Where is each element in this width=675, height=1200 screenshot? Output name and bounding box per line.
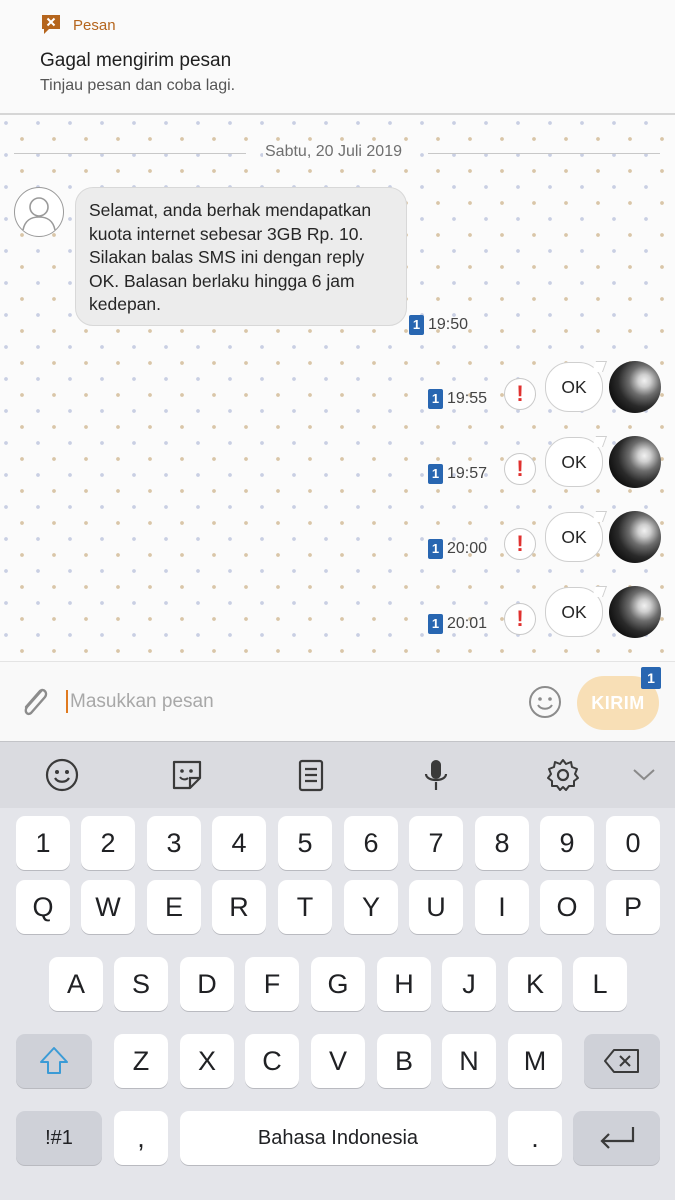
clipboard-icon[interactable]: [293, 757, 329, 793]
key-g[interactable]: G: [311, 957, 365, 1011]
key-i[interactable]: I: [475, 880, 529, 934]
key-7[interactable]: 7: [409, 816, 463, 870]
key-t[interactable]: T: [278, 880, 332, 934]
space-key[interactable]: Bahasa Indonesia: [180, 1111, 496, 1165]
key-v[interactable]: V: [311, 1034, 365, 1088]
key-2[interactable]: 2: [81, 816, 135, 870]
sim-badge: 1: [428, 614, 443, 634]
sim-badge: 1: [428, 389, 443, 409]
notification-subtitle: Tinjau pesan dan coba lagi.: [40, 77, 236, 94]
send-failed-icon[interactable]: !: [504, 603, 536, 635]
key-f[interactable]: F: [245, 957, 299, 1011]
period-key[interactable]: .: [508, 1111, 562, 1165]
key-k[interactable]: K: [508, 957, 562, 1011]
key-s[interactable]: S: [114, 957, 168, 1011]
shift-icon: [40, 1047, 68, 1074]
backspace-icon: [604, 1049, 639, 1073]
key-1[interactable]: 1: [16, 816, 70, 870]
key-p[interactable]: P: [606, 880, 660, 934]
key-w[interactable]: W: [81, 880, 135, 934]
failed-send-notification[interactable]: Pesan Gagal mengirim pesan Tinjau pesan …: [0, 0, 675, 115]
notification-app-name: Pesan: [73, 17, 116, 34]
comma-key[interactable]: ,: [114, 1111, 168, 1165]
contact-avatar[interactable]: [14, 187, 64, 237]
key-4[interactable]: 4: [212, 816, 266, 870]
key-0[interactable]: 0: [606, 816, 660, 870]
incoming-message-meta: 1 19:50: [409, 315, 468, 335]
key-q[interactable]: Q: [16, 880, 70, 934]
outgoing-message-meta: 1 20:01: [428, 614, 487, 634]
backspace-key[interactable]: [584, 1034, 660, 1088]
settings-icon[interactable]: [545, 757, 581, 793]
outgoing-message-meta: 1 19:57: [428, 464, 487, 484]
message-time: 19:57: [447, 465, 488, 482]
send-sim-badge: 1: [641, 667, 661, 689]
key-6[interactable]: 6: [344, 816, 398, 870]
sticker-icon[interactable]: [169, 757, 205, 793]
microphone-icon[interactable]: [418, 757, 454, 793]
date-label: Sabtu, 20 Juli 2019: [263, 143, 404, 161]
message-time: 20:01: [447, 615, 488, 632]
enter-icon: [599, 1127, 634, 1149]
key-r[interactable]: R: [212, 880, 266, 934]
key-8[interactable]: 8: [475, 816, 529, 870]
attach-icon[interactable]: [18, 682, 52, 722]
outgoing-message-bubble[interactable]: OK: [545, 512, 603, 562]
key-c[interactable]: C: [245, 1034, 299, 1088]
outgoing-message-bubble[interactable]: OK: [545, 437, 603, 487]
outgoing-message-meta: 1 19:55: [428, 389, 487, 409]
message-error-icon: [42, 15, 60, 34]
send-failed-icon[interactable]: !: [504, 528, 536, 560]
message-time: 19:55: [447, 390, 488, 407]
incoming-message-bubble[interactable]: Selamat, anda berhak mendapatkan kuota i…: [75, 187, 407, 326]
key-l[interactable]: L: [573, 957, 627, 1011]
key-u[interactable]: U: [409, 880, 463, 934]
key-o[interactable]: O: [540, 880, 594, 934]
outgoing-message-bubble[interactable]: OK: [545, 587, 603, 637]
key-a[interactable]: A: [49, 957, 103, 1011]
emoji-icon[interactable]: [527, 684, 563, 720]
key-e[interactable]: E: [147, 880, 201, 934]
sim-badge: 1: [428, 539, 443, 559]
composer-bar: KIRIM: [0, 661, 675, 741]
sim-badge: 1: [428, 464, 443, 484]
key-b[interactable]: B: [377, 1034, 431, 1088]
emoji-icon[interactable]: [44, 757, 80, 793]
key-y[interactable]: Y: [344, 880, 398, 934]
key-9[interactable]: 9: [540, 816, 594, 870]
send-failed-icon[interactable]: !: [504, 378, 536, 410]
symbols-key[interactable]: !#1: [16, 1111, 102, 1165]
key-3[interactable]: 3: [147, 816, 201, 870]
notification-title: Gagal mengirim pesan: [40, 50, 232, 71]
user-avatar: [609, 511, 661, 563]
message-input[interactable]: [68, 686, 512, 718]
send-failed-icon[interactable]: !: [504, 453, 536, 485]
default-person-icon: [22, 197, 56, 231]
user-avatar: [609, 361, 661, 413]
key-d[interactable]: D: [180, 957, 234, 1011]
key-m[interactable]: M: [508, 1034, 562, 1088]
key-x[interactable]: X: [180, 1034, 234, 1088]
message-time: 19:50: [428, 316, 469, 333]
keyboard-toolbar: [0, 741, 675, 809]
outgoing-message-meta: 1 20:00: [428, 539, 487, 559]
date-separator: Sabtu, 20 Juli 2019: [0, 142, 675, 164]
key-h[interactable]: H: [377, 957, 431, 1011]
message-time: 20:00: [447, 540, 488, 557]
user-avatar: [609, 436, 661, 488]
conversation-area[interactable]: Sabtu, 20 Juli 2019 Selamat, anda berhak…: [0, 115, 675, 661]
enter-key[interactable]: [573, 1111, 660, 1165]
key-5[interactable]: 5: [278, 816, 332, 870]
keyboard: 1 2 3 4 5 6 7 8 9 0 Q W E R T Y U I O P …: [0, 808, 675, 1200]
user-avatar: [609, 586, 661, 638]
key-z[interactable]: Z: [114, 1034, 168, 1088]
chevron-down-icon[interactable]: [626, 757, 662, 793]
key-j[interactable]: J: [442, 957, 496, 1011]
key-n[interactable]: N: [442, 1034, 496, 1088]
outgoing-message-bubble[interactable]: OK: [545, 362, 603, 412]
shift-key[interactable]: [16, 1034, 92, 1088]
sim-badge: 1: [409, 315, 424, 335]
